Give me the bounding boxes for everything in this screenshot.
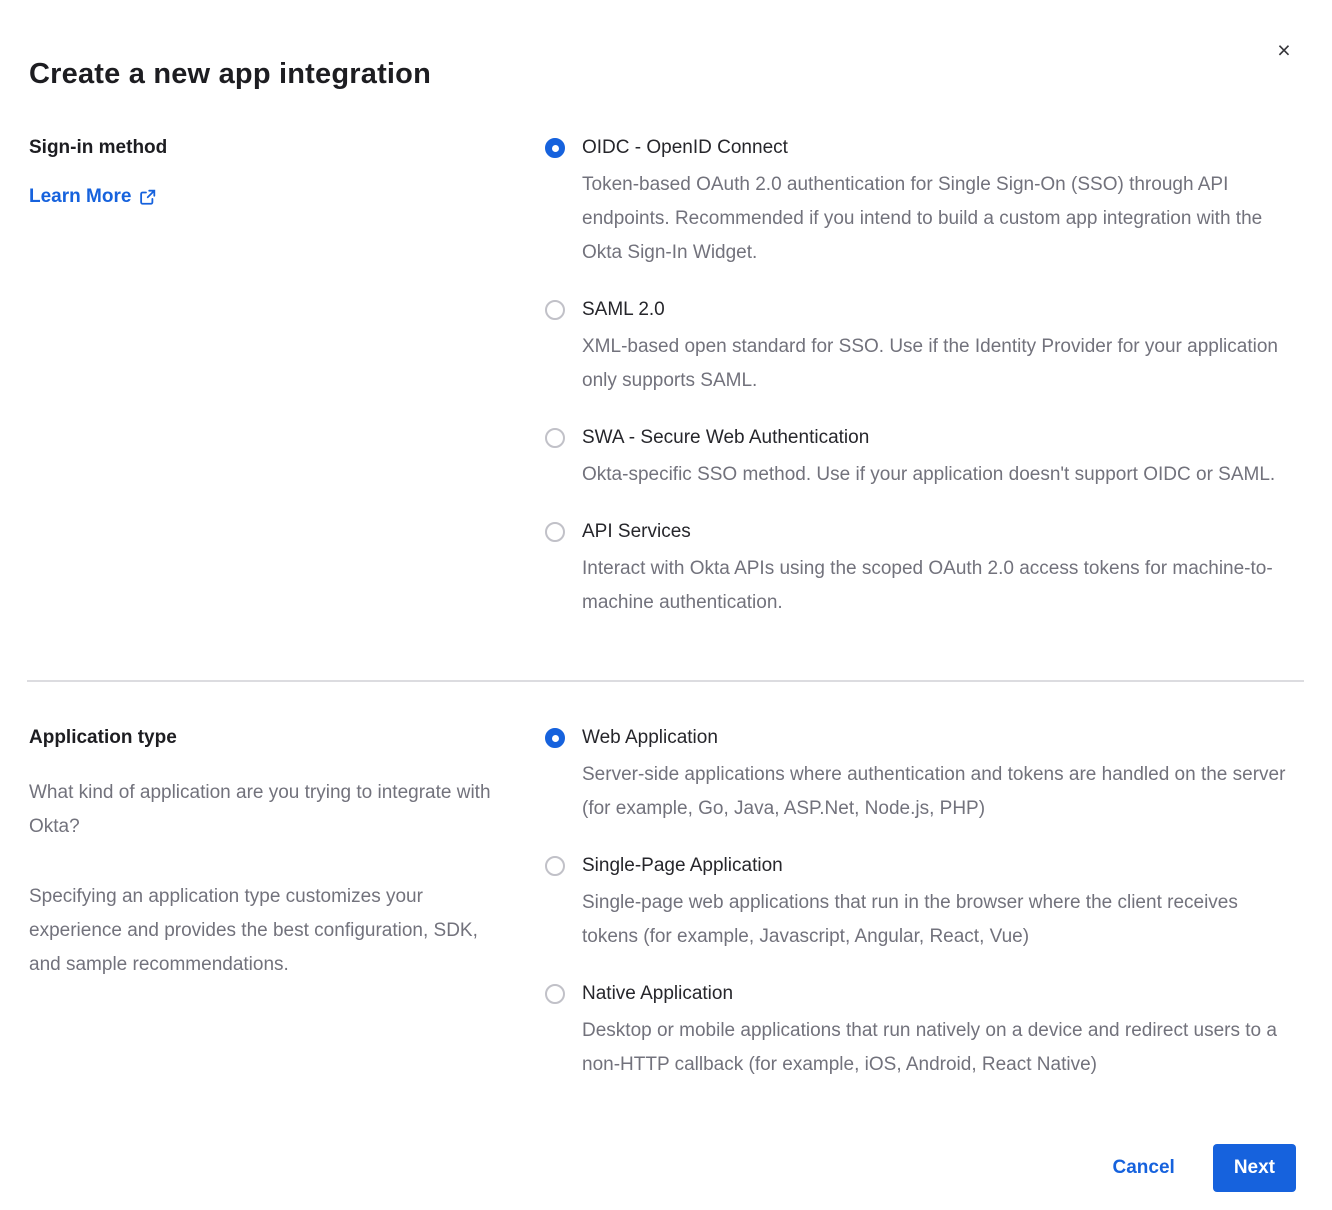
radio-button-api-services[interactable] — [545, 522, 565, 542]
radio-option-label[interactable]: OIDC - OpenID Connect — [582, 136, 1296, 160]
section-divider — [27, 680, 1304, 682]
radio-button-swa[interactable] — [545, 428, 565, 448]
close-icon[interactable]: × — [1270, 36, 1298, 64]
radio-option-label[interactable]: Native Application — [582, 982, 1296, 1006]
radio-option-single-page-application[interactable]: Single-Page Application Single-page web … — [545, 854, 1296, 954]
radio-button-oidc[interactable] — [545, 138, 565, 158]
radio-option-label[interactable]: Single-Page Application — [582, 854, 1296, 878]
create-app-integration-dialog: × Create a new app integration Sign-in m… — [0, 0, 1332, 1210]
external-link-icon — [139, 189, 156, 206]
radio-option-description: Desktop or mobile applications that run … — [582, 1014, 1296, 1082]
radio-option-swa[interactable]: SWA - Secure Web Authentication Okta-spe… — [545, 426, 1296, 492]
sign-in-method-label: Sign-in method — [29, 136, 505, 160]
radio-option-description: Token-based OAuth 2.0 authentication for… — [582, 168, 1296, 270]
radio-option-label[interactable]: API Services — [582, 520, 1296, 544]
radio-option-api-services[interactable]: API Services Interact with Okta APIs usi… — [545, 520, 1296, 620]
radio-button-saml[interactable] — [545, 300, 565, 320]
page-title: Create a new app integration — [29, 56, 1296, 92]
radio-option-description: Interact with Okta APIs using the scoped… — [582, 552, 1296, 620]
radio-option-oidc[interactable]: OIDC - OpenID Connect Token-based OAuth … — [545, 136, 1296, 270]
radio-option-label[interactable]: SWA - Secure Web Authentication — [582, 426, 1275, 450]
sign-in-method-section: Sign-in method Learn More OIDC - OpenID … — [29, 136, 1296, 620]
sign-in-method-options: OIDC - OpenID Connect Token-based OAuth … — [545, 136, 1296, 620]
application-type-explanation: Specifying an application type customize… — [29, 880, 505, 982]
application-type-section: Application type What kind of applicatio… — [29, 726, 1296, 1082]
learn-more-link[interactable]: Learn More — [29, 186, 156, 208]
application-type-question: What kind of application are you trying … — [29, 776, 505, 844]
radio-option-label[interactable]: Web Application — [582, 726, 1296, 750]
next-button[interactable]: Next — [1213, 1144, 1296, 1192]
radio-option-web-application[interactable]: Web Application Server-side applications… — [545, 726, 1296, 826]
radio-option-label[interactable]: SAML 2.0 — [582, 298, 1296, 322]
radio-button-web-application[interactable] — [545, 728, 565, 748]
radio-option-native-application[interactable]: Native Application Desktop or mobile app… — [545, 982, 1296, 1082]
radio-option-saml[interactable]: SAML 2.0 XML-based open standard for SSO… — [545, 298, 1296, 398]
application-type-label: Application type — [29, 726, 505, 750]
radio-option-description: Okta-specific SSO method. Use if your ap… — [582, 458, 1275, 492]
application-type-options: Web Application Server-side applications… — [545, 726, 1296, 1082]
radio-option-description: Server-side applications where authentic… — [582, 758, 1296, 826]
learn-more-label: Learn More — [29, 186, 131, 208]
radio-option-description: Single-page web applications that run in… — [582, 886, 1296, 954]
radio-button-native-application[interactable] — [545, 984, 565, 1004]
dialog-footer: Cancel Next — [29, 1144, 1296, 1192]
radio-option-description: XML-based open standard for SSO. Use if … — [582, 330, 1296, 398]
radio-button-single-page-application[interactable] — [545, 856, 565, 876]
cancel-button[interactable]: Cancel — [1113, 1157, 1175, 1179]
